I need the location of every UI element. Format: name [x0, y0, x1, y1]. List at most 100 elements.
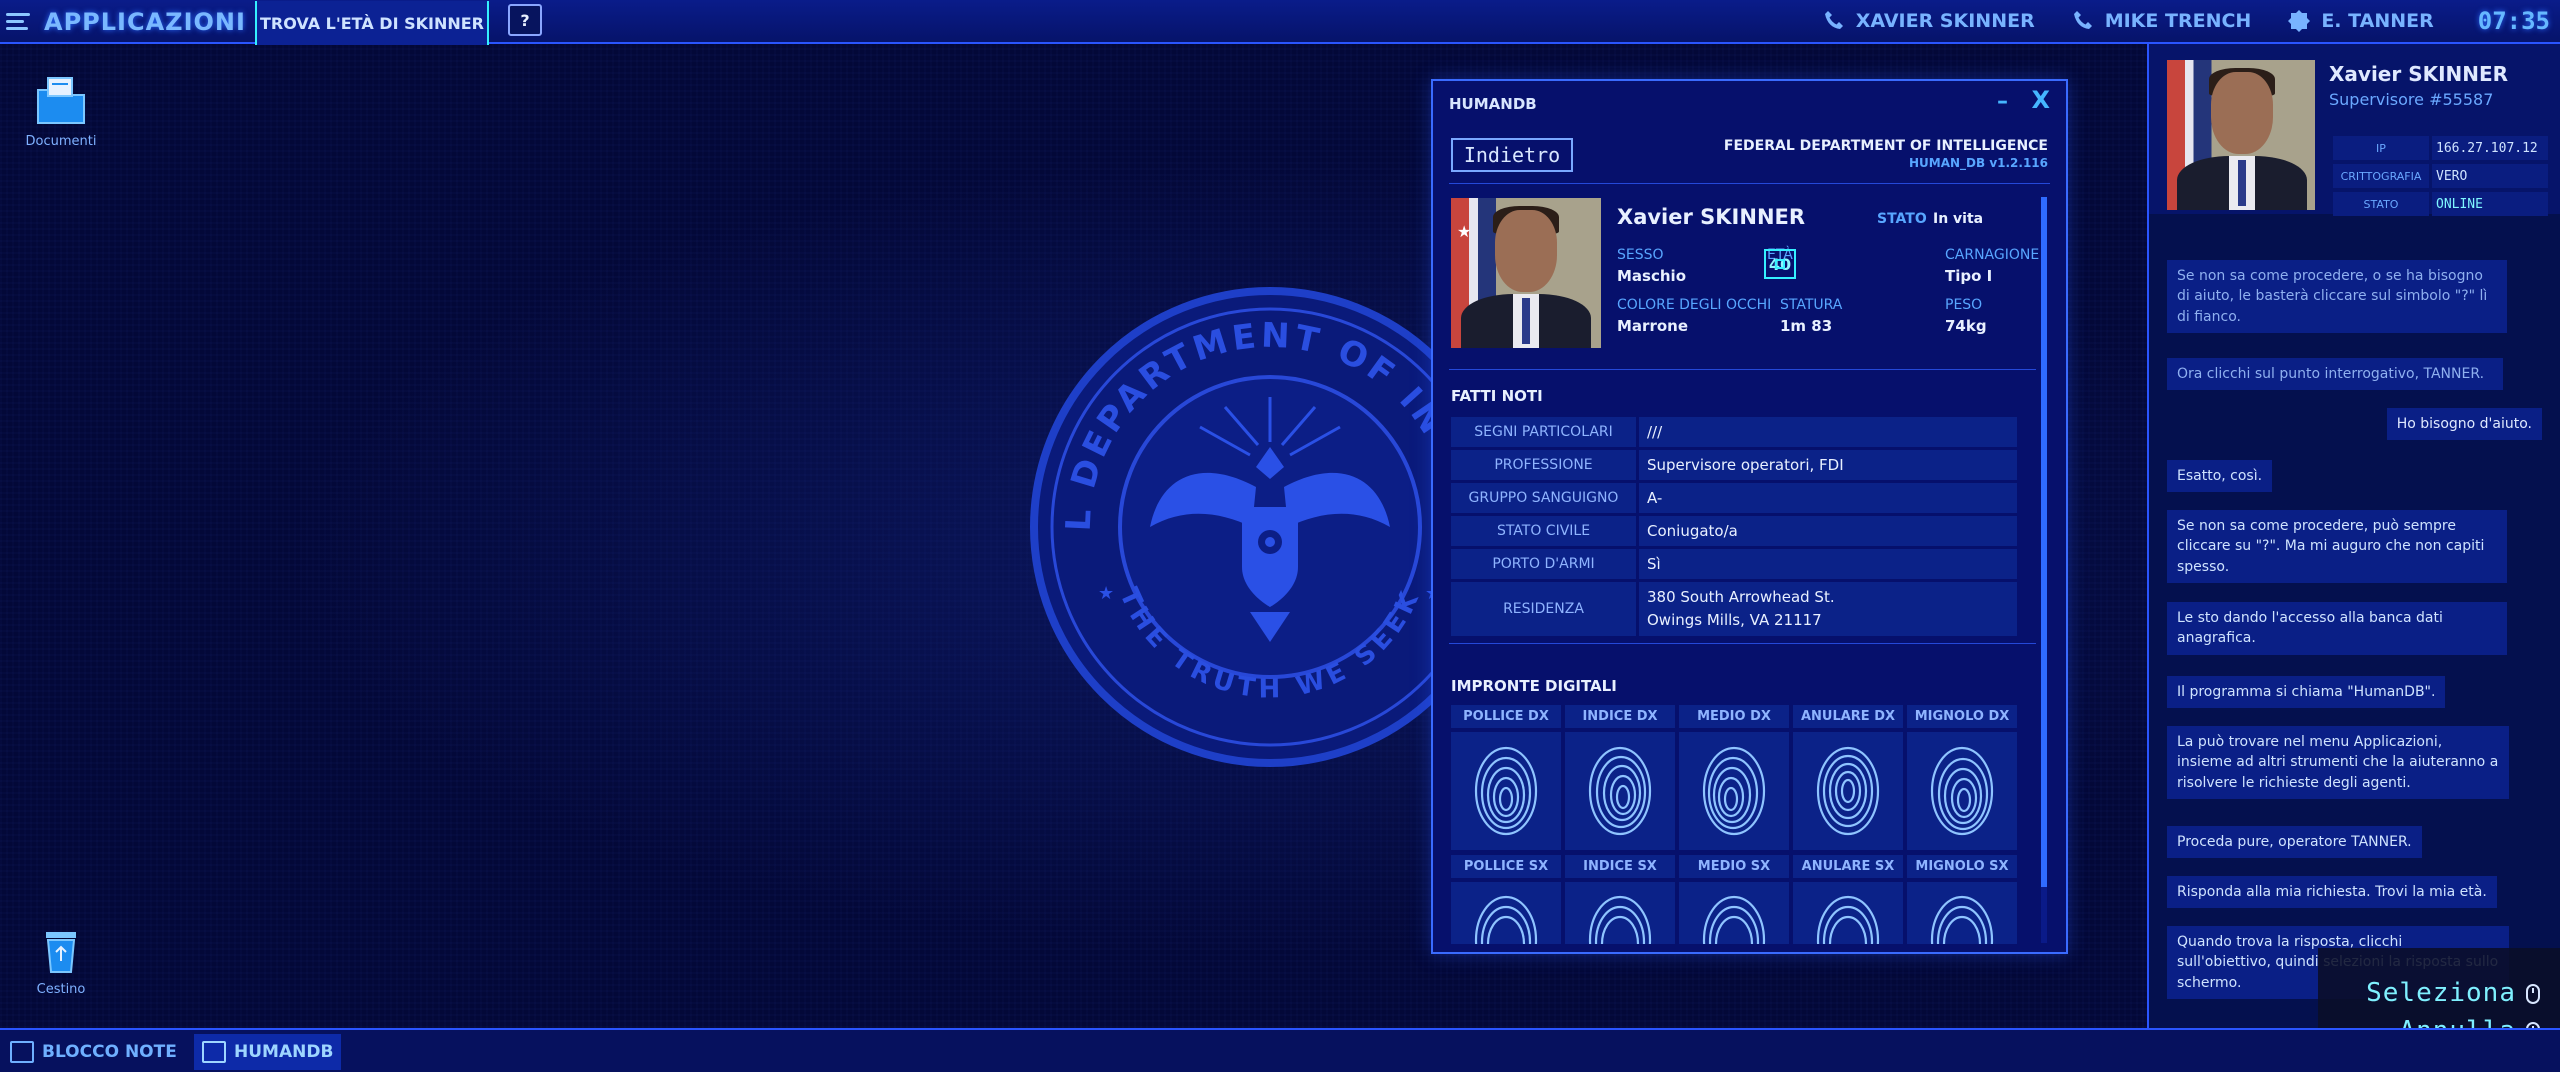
fingerprint-icon: [1930, 895, 1994, 944]
info-row: STATO ONLINE: [2333, 192, 2548, 216]
fact-value[interactable]: Sì: [1639, 549, 2017, 579]
status-label: STATO: [1877, 211, 1927, 227]
contact-name: XAVIER SKINNER: [1855, 10, 2035, 32]
supervisor-photo: [2167, 60, 2315, 210]
back-button[interactable]: Indietro: [1451, 138, 1573, 172]
finger-label: MEDIO DX: [1679, 705, 1789, 728]
fingerprint-image: [1907, 732, 2017, 850]
info-row: IP 166.27.107.12: [2333, 136, 2548, 160]
contacts-bar: XAVIER SKINNER MIKE TRENCH E. TANNER 07:…: [1822, 0, 2550, 42]
chat-message: Le sto dando l'accesso alla banca dati a…: [2167, 602, 2507, 655]
info-value: VERO: [2432, 164, 2548, 188]
weight-label: PESO: [1945, 297, 1983, 313]
select-action[interactable]: Seleziona: [2366, 978, 2516, 1008]
fact-key: STATO CIVILE: [1451, 516, 1636, 546]
fact-key: RESIDENZA: [1451, 582, 1636, 636]
finger-label: ANULARE SX: [1793, 855, 1903, 878]
scrollbar-thumb[interactable]: [2041, 197, 2047, 887]
star-icon: ★: [1457, 222, 1472, 241]
table-row: PROFESSIONE Supervisore operatori, FDI: [1451, 450, 2017, 480]
fingerprint-icon: [1702, 895, 1766, 944]
fingerprints-title: IMPRONTE DIGITALI: [1451, 677, 1617, 695]
chat-header: Xavier SKINNER Supervisore #55587 IP 166.…: [2149, 44, 2560, 216]
fact-value[interactable]: Coniugato/a: [1639, 516, 2017, 546]
table-row: GRUPPO SANGUIGNO A-: [1451, 483, 2017, 513]
divider: [1449, 183, 2050, 184]
minimize-button[interactable]: –: [1997, 89, 2008, 114]
taskbar: BLOCCO NOTE HUMANDB: [0, 1028, 2560, 1072]
finger-label: INDICE DX: [1565, 705, 1675, 728]
fingerprint-image: [1679, 882, 1789, 944]
taskbar-item-notepad[interactable]: BLOCCO NOTE: [2, 1034, 185, 1070]
desktop-icon-label: Documenti: [25, 134, 97, 149]
help-button[interactable]: ?: [508, 4, 542, 36]
chat-message: La può trovare nel menu Applicazioni, in…: [2167, 726, 2509, 799]
facts-title: FATTI NOTI: [1451, 387, 1543, 405]
sex-value[interactable]: Maschio: [1617, 267, 1686, 285]
eye-color-value[interactable]: Marrone: [1617, 317, 1688, 335]
supervisor-info: IP 166.27.107.12 CRITTOGRAFIA VERO STATO ON…: [2333, 136, 2548, 220]
agency-name: FEDERAL DEPARTMENT OF INTELLIGENCE: [1723, 138, 2048, 154]
fingerprint-icon: [1816, 746, 1880, 836]
age-value[interactable]: 40: [1764, 249, 1796, 279]
scrollbar[interactable]: [2041, 197, 2047, 943]
applications-menu[interactable]: APPLICAZIONI: [6, 6, 246, 38]
fingerprint-icon: [1816, 895, 1880, 944]
db-version: HUMAN_DB v1.2.116: [1908, 156, 2048, 170]
fact-value[interactable]: Supervisore operatori, FDI: [1639, 450, 2017, 480]
info-row: CRITTOGRAFIA VERO: [2333, 164, 2548, 188]
contact-xavier-skinner[interactable]: XAVIER SKINNER: [1822, 9, 2035, 33]
table-row: PORTO D'ARMI Sì: [1451, 549, 2017, 579]
close-button[interactable]: X: [2031, 86, 2050, 114]
fact-value[interactable]: 380 South Arrowhead St. Owings Mills, VA…: [1639, 582, 2017, 636]
chat-message: Se non sa come procedere, può sempre cli…: [2167, 510, 2507, 583]
phone-icon: [1824, 11, 1843, 29]
humandb-window: HUMANDB – X Indietro FEDERAL DEPARTMENT …: [1431, 79, 2068, 954]
table-row: SEGNI PARTICOLARI ///: [1451, 417, 2017, 447]
height-value[interactable]: 1m 83: [1780, 317, 1832, 335]
fingerprint-icon: [1930, 746, 1994, 836]
top-bar: APPLICAZIONI TROVA L'ETÀ DI SKINNER ? XA…: [0, 0, 2560, 45]
menu-icon: [6, 12, 34, 32]
complexion-value[interactable]: Tipo I: [1945, 267, 1992, 285]
fact-key: PORTO D'ARMI: [1451, 549, 1636, 579]
clock: 07:35: [2477, 7, 2550, 35]
contact-name: E. TANNER: [2321, 10, 2434, 32]
finger-label: POLLICE DX: [1451, 705, 1561, 728]
fact-value[interactable]: A-: [1639, 483, 2017, 513]
current-task: TROVA L'ETÀ DI SKINNER: [255, 1, 489, 45]
fingerprint-icon: [1474, 895, 1538, 944]
contact-mike-trench[interactable]: MIKE TRENCH: [2071, 9, 2251, 33]
chat-message: Il programma si chiama "HumanDB".: [2167, 676, 2446, 709]
fingerprint-image: [1679, 732, 1789, 850]
person-photo: ★: [1451, 198, 1601, 348]
chat-message: Ho bisogno d'aiuto.: [2386, 408, 2542, 441]
info-key: IP: [2333, 136, 2429, 160]
fingerprint-icon: [1702, 746, 1766, 836]
status-value: In vita: [1933, 211, 1984, 227]
desktop-icon-trash[interactable]: Cestino: [16, 920, 106, 997]
contact-e-tanner[interactable]: E. TANNER: [2287, 9, 2434, 33]
chat-message: Se non sa come procedere, o se ha bisogn…: [2167, 260, 2507, 333]
svg-text:★: ★: [1098, 583, 1114, 604]
chat-message: Risponda alla mia richiesta. Trovi la mi…: [2167, 876, 2497, 909]
notepad-icon: [10, 1041, 34, 1063]
applications-label: APPLICAZIONI: [44, 8, 246, 36]
finger-label: MIGNOLO DX: [1907, 705, 2017, 728]
finger-label: MIGNOLO SX: [1907, 855, 2017, 878]
window-titlebar[interactable]: HUMANDB – X: [1433, 81, 2066, 129]
fact-value[interactable]: ///: [1639, 417, 2017, 447]
info-key: STATO: [2333, 192, 2429, 216]
desktop-icon-documents[interactable]: Documenti: [16, 72, 106, 149]
finger-label: INDICE SX: [1565, 855, 1675, 878]
weight-value[interactable]: 74kg: [1945, 317, 1987, 335]
task-label: TROVA L'ETÀ DI SKINNER: [259, 13, 484, 33]
taskbar-item-humandb[interactable]: HUMANDB: [194, 1034, 342, 1070]
desktop-icon-label: Cestino: [36, 982, 86, 997]
phone-icon: [2073, 11, 2092, 29]
fingerprints-right: POLLICE DX INDICE DX MEDIO DX ANULARE DX…: [1451, 705, 2017, 850]
fingerprint-icon: [1588, 895, 1652, 944]
complexion-label: CARNAGIONE: [1945, 247, 2040, 263]
agency-header: FEDERAL DEPARTMENT OF INTELLIGENCE HUMAN…: [1724, 138, 2048, 170]
sex-label: SESSO: [1617, 247, 1664, 263]
